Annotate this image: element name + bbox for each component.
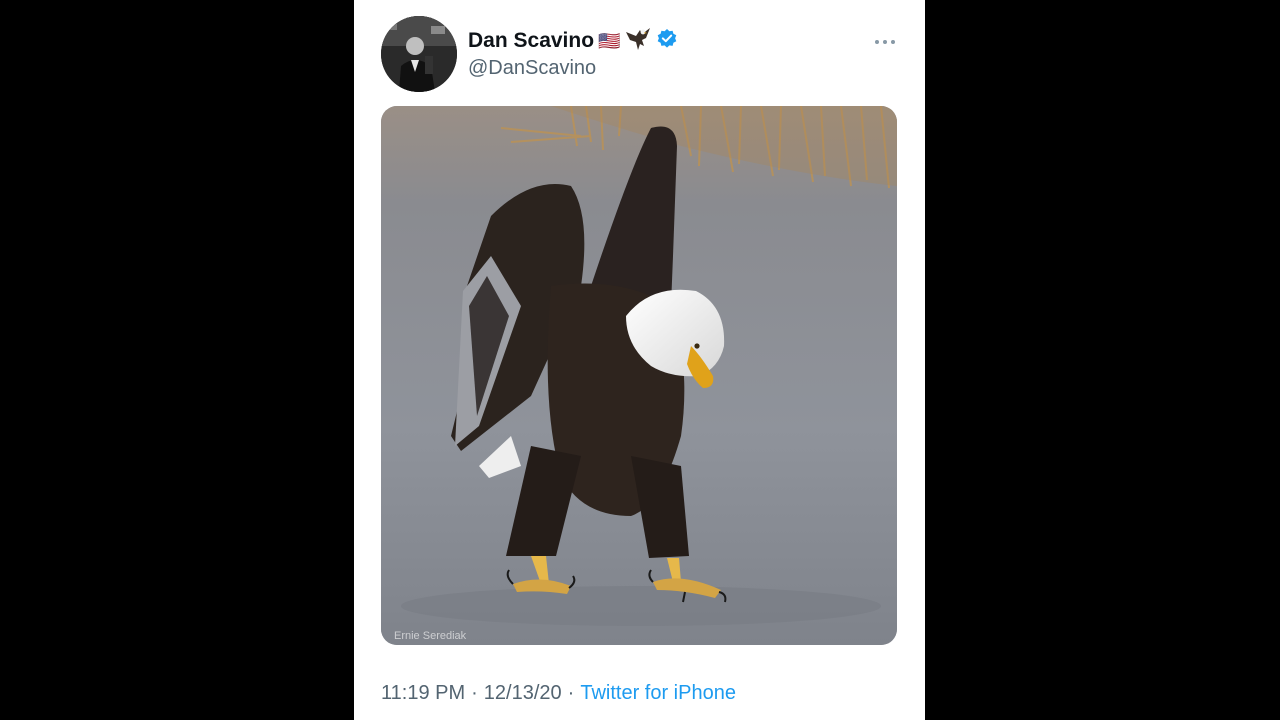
tweet-source-link[interactable]: Twitter for iPhone: [580, 682, 736, 705]
verified-badge-icon: [656, 28, 678, 55]
handle[interactable]: @DanScavino: [468, 57, 596, 80]
tweet-card: Dan Scavino 🇺🇸 @DanScavino Ernie Seredia…: [354, 0, 925, 720]
separator: ·: [471, 681, 478, 704]
tweet-date[interactable]: 12/13/20: [484, 682, 562, 705]
tweet-meta: 11:19 PM · 12/13/20 · Twitter for iPhone: [381, 680, 736, 706]
photo-watermark: Ernie Serediak: [394, 630, 467, 642]
name-row: Dan Scavino 🇺🇸: [468, 26, 678, 56]
tweet-time[interactable]: 11:19 PM: [381, 682, 465, 705]
tweet-photo[interactable]: Ernie Serediak: [381, 106, 897, 645]
display-name[interactable]: Dan Scavino: [468, 29, 594, 53]
eagle-emoji-icon: [624, 26, 652, 57]
more-dots-icon[interactable]: [873, 30, 897, 54]
us-flag-emoji: 🇺🇸: [598, 30, 621, 51]
avatar[interactable]: [381, 16, 457, 92]
separator: ·: [567, 681, 575, 704]
